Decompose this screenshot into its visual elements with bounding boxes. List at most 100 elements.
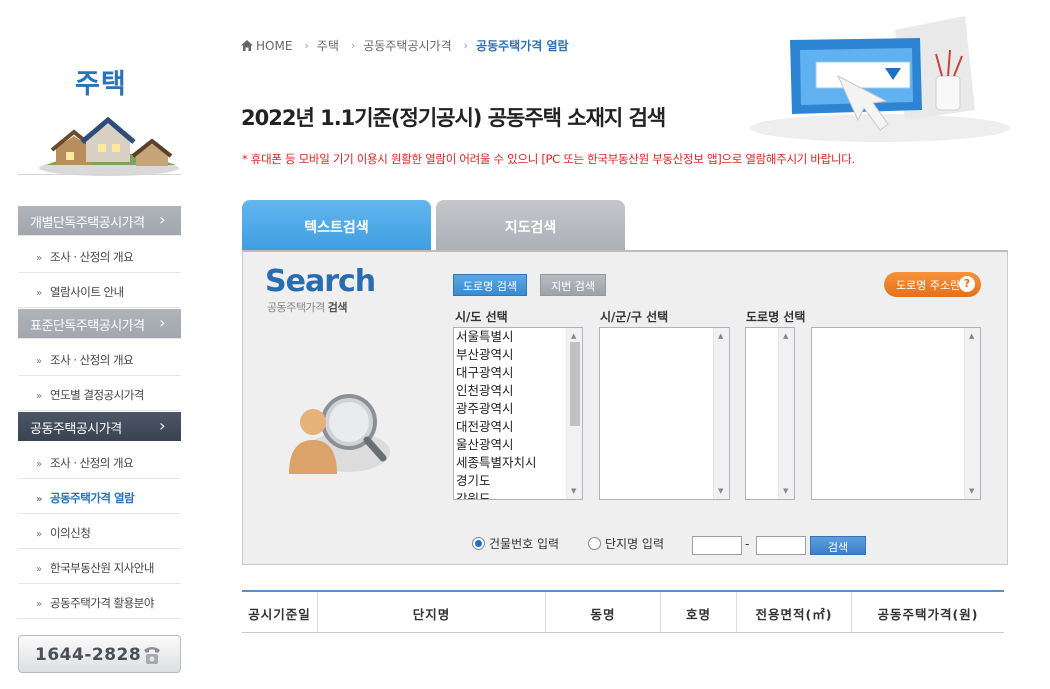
sidebar-item-label: 연도별 결정공시가격 — [50, 388, 144, 402]
breadcrumb-separator-icon: › — [463, 39, 469, 52]
col-complex-name: 단지명 — [318, 592, 546, 632]
sido-option[interactable]: 세종특별자치시 — [454, 454, 582, 472]
sidebar-cat-standard-house[interactable]: 표준단독주택공시가격 › — [18, 309, 181, 338]
phone-number: 1644-2828 — [35, 645, 142, 665]
scrollbar[interactable]: ▲ ▼ — [964, 328, 980, 499]
breadcrumb-item-apartment-price[interactable]: 공동주택공시가격 — [363, 37, 451, 54]
sido-option[interactable]: 인천광역시 — [454, 382, 582, 400]
road-select-list[interactable]: ▲ ▼ — [811, 327, 981, 500]
road-address-help-button[interactable]: 도로명 주소란 ? — [884, 272, 981, 297]
sido-option[interactable]: 광주광역시 — [454, 400, 582, 418]
scroll-up-icon[interactable]: ▲ — [969, 332, 974, 340]
sido-option[interactable]: 경기도 — [454, 472, 582, 490]
breadcrumb-home[interactable]: HOME — [241, 39, 292, 53]
chevron-right-icon: › — [159, 313, 165, 332]
sido-option[interactable]: 강원도 — [454, 490, 582, 499]
sigungu-select-list[interactable]: ▲ ▼ — [599, 327, 730, 500]
question-icon: ? — [959, 276, 975, 292]
search-subtitle: 공동주택가격 검색 — [267, 299, 347, 315]
radio-checked[interactable] — [472, 537, 485, 550]
sidebar-cat-individual-house[interactable]: 개별단독주택공시가격 › — [18, 206, 181, 235]
tab-text-search[interactable]: 텍스트검색 — [242, 200, 431, 250]
phone-number-box: 1644-2828 — [18, 635, 181, 673]
houses-illustration — [39, 116, 179, 176]
building-number-sub-input[interactable] — [756, 536, 806, 555]
building-number-main-input[interactable] — [692, 536, 742, 555]
sido-option[interactable]: 서울특별시 — [454, 328, 582, 346]
scroll-up-icon[interactable]: ▲ — [571, 332, 576, 340]
sidebar-item-label: 이의신청 — [50, 526, 91, 540]
road-name-search-button[interactable]: 도로명 검색 — [453, 274, 527, 296]
sido-option[interactable]: 울산광역시 — [454, 436, 582, 454]
sidebar-item-label: 조사 · 산정의 개요 — [50, 250, 134, 264]
sidebar-divider — [18, 174, 181, 175]
sidebar-item-label: 한국부동산원 지사안내 — [50, 561, 154, 575]
sido-select-list[interactable]: 서울특별시 부산광역시 대구광역시 인천광역시 광주광역시 대전광역시 울산광역시 세종특별자… — [453, 327, 583, 500]
chevron-right-icon: › — [159, 416, 165, 435]
search-panel: Search 공동주택가격 검색 도로명 검색 지번 검색 도로명 주소란 ? … — [242, 250, 1008, 565]
search-subtitle-prefix: 공동주택가격 — [267, 301, 325, 314]
scrollbar[interactable]: ▲ ▼ — [566, 328, 582, 499]
breadcrumb-separator-icon: › — [304, 39, 309, 52]
scroll-down-icon[interactable]: ▼ — [783, 487, 788, 495]
left-sidebar: 주택 개별단독주택공시가격 › » 조사 · 산정의 개요 » 열람사이트 안내 표… — [18, 0, 181, 689]
person-magnifier-illustration — [289, 394, 390, 474]
number-dash: - — [745, 537, 750, 551]
road-address-help-label: 도로명 주소란 — [896, 279, 961, 292]
sidebar-title: 주택 — [75, 69, 127, 100]
scrollbar-thumb[interactable] — [570, 342, 580, 426]
sidebar-item-label: 공동주택가격 열람 — [50, 491, 135, 505]
sidebar-cat-label: 공동주택공시가격 — [30, 422, 122, 437]
sido-option[interactable]: 대전광역시 — [454, 418, 582, 436]
sidebar-item-survey-overview-3[interactable]: » 조사 · 산정의 개요 — [18, 444, 181, 479]
sidebar-item-label: 공동주택가격 활용분야 — [50, 596, 154, 610]
bullet-icon: » — [36, 564, 42, 575]
scroll-down-icon[interactable]: ▼ — [969, 487, 974, 495]
sidebar-item-label: 열람사이트 안내 — [50, 285, 124, 299]
radio-building-number[interactable]: 건물번호 입력 — [472, 535, 559, 552]
sidebar-cat-apartment[interactable]: 공동주택공시가격 › — [18, 412, 181, 441]
radio-unchecked[interactable] — [588, 537, 601, 550]
sidebar-item-apartment-price-view[interactable]: » 공동주택가격 열람 — [18, 479, 181, 514]
bullet-icon: » — [36, 391, 42, 402]
breadcrumb-item-house[interactable]: 주택 — [317, 37, 339, 54]
bullet-icon: » — [36, 288, 42, 299]
sido-option[interactable]: 대구광역시 — [454, 364, 582, 382]
breadcrumb: HOME › 주택 › 공동주택공시가격 › 공동주택가격 열람 — [241, 37, 569, 54]
bullet-icon: » — [36, 494, 42, 505]
sidebar-item-objection[interactable]: » 이의신청 — [18, 514, 181, 549]
radio-complex-name[interactable]: 단지명 입력 — [588, 535, 664, 552]
scrollbar[interactable]: ▲ ▼ — [778, 328, 794, 499]
sidebar-item-usage-field[interactable]: » 공동주택가격 활용분야 — [18, 584, 181, 619]
search-logo: Search — [265, 264, 376, 299]
chevron-right-icon: › — [159, 210, 165, 229]
search-monitor-illustration — [750, 16, 1010, 142]
sidebar-cat-label: 표준단독주택공시가격 — [30, 319, 145, 334]
sidebar-item-yearly-price[interactable]: » 연도별 결정공시가격 — [18, 376, 181, 411]
page-title: 2022년 1.1기준(정기공시) 공동주택 소재지 검색 — [241, 106, 666, 130]
scroll-up-icon[interactable]: ▲ — [783, 332, 788, 340]
col-area: 전용면적(㎡) — [737, 592, 852, 632]
sido-option[interactable]: 부산광역시 — [454, 346, 582, 364]
scroll-down-icon[interactable]: ▼ — [571, 487, 576, 495]
scrollbar[interactable]: ▲ ▼ — [713, 328, 729, 499]
search-button[interactable]: 검색 — [810, 536, 866, 555]
bullet-icon: » — [36, 356, 42, 367]
bullet-icon: » — [36, 529, 42, 540]
search-subtitle-bold: 검색 — [327, 301, 348, 314]
breadcrumb-separator-icon: › — [350, 39, 356, 52]
lot-number-search-button[interactable]: 지번 검색 — [540, 274, 606, 296]
col-unit: 호명 — [661, 592, 737, 632]
sidebar-item-branch-guide[interactable]: » 한국부동산원 지사안내 — [18, 549, 181, 584]
col-building: 동명 — [546, 592, 661, 632]
radio-complex-label: 단지명 입력 — [605, 537, 665, 551]
scroll-down-icon[interactable]: ▼ — [718, 487, 723, 495]
scroll-up-icon[interactable]: ▲ — [718, 332, 723, 340]
sidebar-item-label: 조사 · 산정의 개요 — [50, 353, 134, 367]
road-initial-select-list[interactable]: ▲ ▼ — [745, 327, 795, 500]
sigungu-label: 시/군/구 선택 — [600, 310, 669, 324]
sidebar-item-site-guide[interactable]: » 열람사이트 안내 — [18, 273, 181, 308]
tab-map-search[interactable]: 지도검색 — [436, 200, 625, 250]
sidebar-item-survey-overview-1[interactable]: » 조사 · 산정의 개요 — [18, 238, 181, 273]
sidebar-item-survey-overview-2[interactable]: » 조사 · 산정의 개요 — [18, 341, 181, 376]
